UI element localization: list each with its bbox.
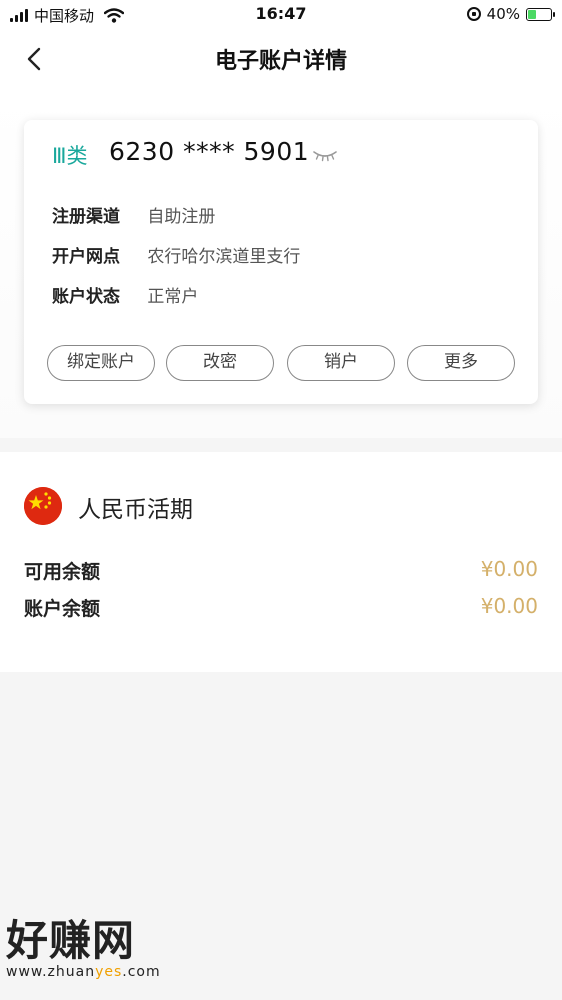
account-type-label: Ⅲ类 — [52, 144, 88, 168]
info-row-branch: 开户网点 农行哈尔滨道里支行 — [52, 242, 300, 267]
battery-fill — [528, 9, 536, 19]
account-number: 6230 **** 5901 — [109, 137, 310, 166]
info-row-status: 账户状态 正常户 — [52, 282, 198, 307]
info-value: 农行哈尔滨道里支行 — [147, 247, 301, 267]
watermark-url-suffix: .com — [122, 964, 161, 980]
status-right: 40% — [466, 5, 555, 23]
china-flag-icon — [24, 487, 62, 525]
info-value: 自助注册 — [147, 207, 216, 227]
watermark: 好赚网 www.zhuanyes.com — [6, 916, 161, 981]
available-balance-label: 可用余额 — [24, 561, 101, 583]
info-value: 正常户 — [147, 287, 199, 307]
info-label: 账户状态 — [52, 287, 120, 307]
more-button[interactable]: 更多 — [407, 345, 515, 381]
battery-icon — [526, 7, 555, 21]
battery-percent: 40% — [486, 5, 520, 23]
change-password-button[interactable]: 改密 — [166, 345, 274, 381]
watermark-url-prefix: www.zhuan — [6, 964, 96, 980]
page-title: 电子账户详情 — [214, 49, 347, 74]
eye-closed-icon[interactable] — [312, 148, 338, 162]
account-card: Ⅲ类 6230 **** 5901 注册渠道 自助注册 开户网点 农行哈尔滨道里… — [24, 120, 538, 404]
available-balance-value: ¥0.00 — [480, 557, 538, 581]
info-label: 注册渠道 — [52, 207, 120, 227]
currency-name: 人民币活期 — [78, 497, 193, 523]
bind-account-button[interactable]: 绑定账户 — [47, 345, 155, 381]
account-section: Ⅲ类 6230 **** 5901 注册渠道 自助注册 开户网点 农行哈尔滨道里… — [0, 88, 562, 438]
info-label: 开户网点 — [52, 247, 120, 267]
close-account-button[interactable]: 销户 — [287, 345, 395, 381]
nav-bar: 电子账户详情 — [0, 30, 562, 88]
watermark-url: www.zhuanyes.com — [6, 964, 161, 980]
account-balance-label: 账户余额 — [24, 598, 101, 620]
watermark-url-highlight: yes — [95, 964, 123, 980]
balance-section: 人民币活期 可用余额 ¥0.00 账户余额 ¥0.00 — [0, 452, 562, 672]
account-balance-value: ¥0.00 — [480, 594, 538, 618]
info-row-channel: 注册渠道 自助注册 — [52, 202, 215, 227]
watermark-brand: 好赚网 — [6, 916, 136, 965]
status-bar: 中国移动 16:47 40% — [0, 0, 562, 30]
rotation-lock-icon — [466, 7, 481, 21]
